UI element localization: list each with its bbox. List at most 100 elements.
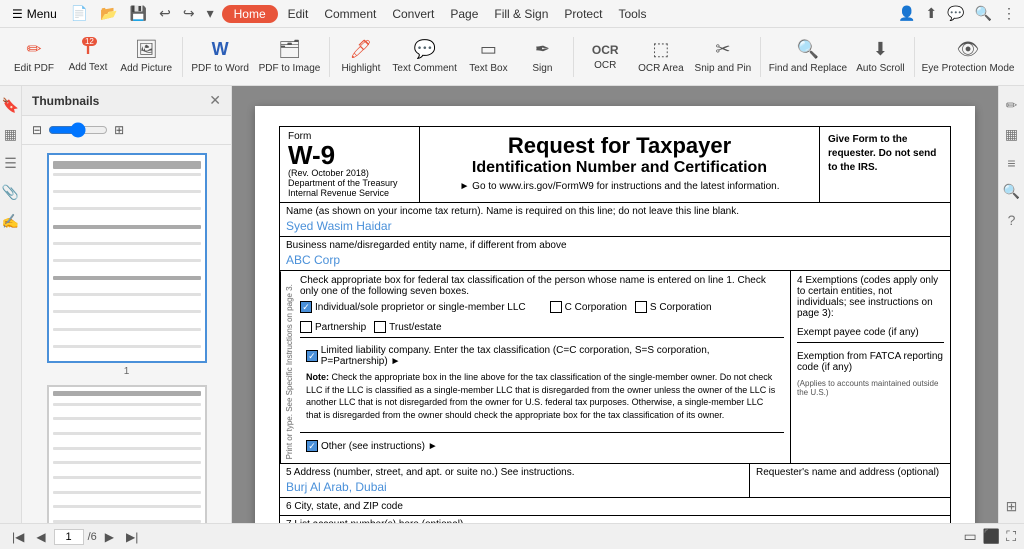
w9-title-block: Request for Taxpayer Identification Numb… [420,127,820,202]
pdf-to-image-tool[interactable]: 🗂 PDF to Image [255,35,324,78]
signature-icon[interactable]: ✍ [0,210,22,233]
undo-btn[interactable]: ↩ [155,3,175,24]
home-tab[interactable]: Home [222,5,278,23]
menu-fillsign[interactable]: Fill & Sign [488,5,554,23]
edit-pdf-icon: ✏ [26,39,41,59]
side-panel: 🔖 ▦ ☰ 📎 ✍ [0,86,22,523]
single-page-btn[interactable]: ▭ [964,528,977,545]
current-page-input[interactable]: 1 [54,529,84,545]
w9-other-checkbox-row: ✓ Other (see instructions) ► [306,440,778,452]
pages-right-icon[interactable]: ▦ [1002,123,1021,146]
fullscreen-btn[interactable]: ⛶ [1006,528,1016,545]
find-replace-tool[interactable]: 🔍 Find and Replace [766,35,849,78]
ocr-area-tool[interactable]: ⬚ OCR Area [633,35,688,78]
w9-checkbox-llc-item: ✓ Limited liability company. Enter the t… [306,345,778,367]
w9-checkboxes-row1: ✓ Individual/sole proprietor or single-m… [300,301,784,333]
w9-field2-value: ABC Corp [286,253,944,267]
thumbnails-header: Thumbnails ✕ [22,86,231,116]
edit-right-icon[interactable]: ✏ [1003,94,1021,117]
w9-body: Name (as shown on your income tax return… [279,203,951,523]
prev-page-btn[interactable]: ◀ [32,529,49,545]
highlight-tool[interactable]: 🖊 Highlight [335,35,387,78]
fit-page-btn[interactable]: ⬛ [983,528,1000,545]
w9-checkbox-trust[interactable] [374,321,386,333]
text-box-tool[interactable]: ▭ Text Box [462,35,514,78]
eye-protection-label: Eye Protection Mode [922,63,1015,74]
text-comment-tool[interactable]: 💬 Text Comment [389,35,460,78]
w9-checkbox-llc[interactable]: ✓ [306,350,318,362]
thumb-larger-btn[interactable]: ⊞ [114,123,124,137]
next-page-btn[interactable]: ▶ [101,529,118,545]
auto-scroll-tool[interactable]: ⬇ Auto Scroll [852,35,910,78]
w9-title-line2: Identification Number and Certification [426,159,813,177]
pdf-to-word-tool[interactable]: W PDF to Word [187,35,253,78]
thumbnail-page-1[interactable]: 1 [47,153,207,377]
file-icon[interactable]: 📄 [67,3,92,24]
edit-pdf-tool[interactable]: ✏ Edit PDF [8,35,60,78]
zoom-right-icon[interactable]: 🔍 [1000,180,1023,203]
redo-btn[interactable]: ↪ [179,3,199,24]
thumb-size-slider[interactable] [48,122,108,138]
text-comment-label: Text Comment [392,63,456,74]
w9-field1-value: Syed Wasim Haidar [286,219,944,233]
w9-checkbox-partnership-item: Partnership [300,321,366,333]
w9-llc-label: Limited liability company. Enter the tax… [321,345,778,367]
grid-right-icon[interactable]: ⊞ [1003,495,1021,517]
menu-comment[interactable]: Comment [318,5,382,23]
menu-convert[interactable]: Convert [386,5,440,23]
thumbnails-close-btn[interactable]: ✕ [209,92,221,109]
w9-checkbox-scorp[interactable] [635,301,647,313]
sign-tool[interactable]: ✒ Sign [516,35,568,78]
w9-field3-label: Check appropriate box for federal tax cl… [300,275,784,297]
open-icon[interactable]: 📂 [96,3,121,24]
pdf-viewer[interactable]: Form W-9 (Rev. October 2018) Department … [232,86,998,523]
add-picture-tool[interactable]: 🖼 Add Picture [116,35,177,78]
highlight-icon: 🖊 [349,39,372,59]
menu-edit[interactable]: Edit [282,5,315,23]
snip-pin-tool[interactable]: ✂ Snip and Pin [690,35,755,78]
ocr-tool[interactable]: OCR OCR [579,39,631,75]
search-icon[interactable]: 🔍 [973,3,994,24]
list-right-icon[interactable]: ≡ [1004,152,1018,174]
toolbar-separator-4 [760,37,761,77]
account-icon[interactable]: 👤 [896,3,917,24]
eye-protection-icon: 👁 [957,39,980,59]
w9-exempt-fatca: Exemption from FATCA reporting code (if … [797,351,944,373]
w9-checkbox-individual-item: ✓ Individual/sole proprietor or single-m… [300,301,526,313]
add-picture-icon: 🖼 [135,39,158,59]
more-icon[interactable]: ⋮ [1000,3,1018,24]
attachment-icon[interactable]: 📎 [0,181,22,204]
dropdown-icon[interactable]: ▾ [203,3,218,24]
w9-exemption-block: 4 Exemptions (codes apply only to certai… [790,271,950,463]
w9-trust-label: Trust/estate [389,322,441,333]
w9-field2-row: Business name/disregarded entity name, i… [280,237,950,271]
first-page-btn[interactable]: |◀ [8,529,28,545]
menu-page[interactable]: Page [444,5,484,23]
comment-icon[interactable]: 💬 [945,3,966,24]
thumbnail-page-2[interactable]: 2 [47,385,207,523]
layers-icon[interactable]: ☰ [1,152,20,175]
bookmark-icon[interactable]: 🔖 [0,94,22,117]
find-replace-icon: 🔍 [797,39,819,59]
menu-button[interactable]: ☰ Menu [6,5,63,23]
text-box-label: Text Box [469,63,507,74]
page-navigation: |◀ ◀ 1 /6 ▶ ▶| [8,529,142,545]
help-right-icon[interactable]: ? [1005,209,1019,231]
menu-protect[interactable]: Protect [558,5,608,23]
menu-tools[interactable]: Tools [612,5,652,23]
add-text-tool[interactable]: T 12 Add Text [62,37,114,77]
w9-field6-label: City, state, and ZIP code [294,501,403,512]
menu-label: Menu [27,7,57,21]
share-icon[interactable]: ⬆ [923,3,939,24]
thumb-smaller-btn[interactable]: ⊟ [32,123,42,137]
w9-checkbox-ccorp[interactable] [550,301,562,313]
highlight-label: Highlight [341,63,380,74]
w9-checkbox-individual[interactable]: ✓ [300,301,312,313]
page-icon[interactable]: ▦ [1,123,20,146]
last-page-btn[interactable]: ▶| [122,529,142,545]
save-icon[interactable]: 💾 [126,3,151,24]
eye-protection-tool[interactable]: 👁 Eye Protection Mode [920,35,1016,78]
w9-checkbox-other[interactable]: ✓ [306,440,318,452]
w9-checkbox-partnership[interactable] [300,321,312,333]
w9-field6-num: 6 [286,501,292,512]
